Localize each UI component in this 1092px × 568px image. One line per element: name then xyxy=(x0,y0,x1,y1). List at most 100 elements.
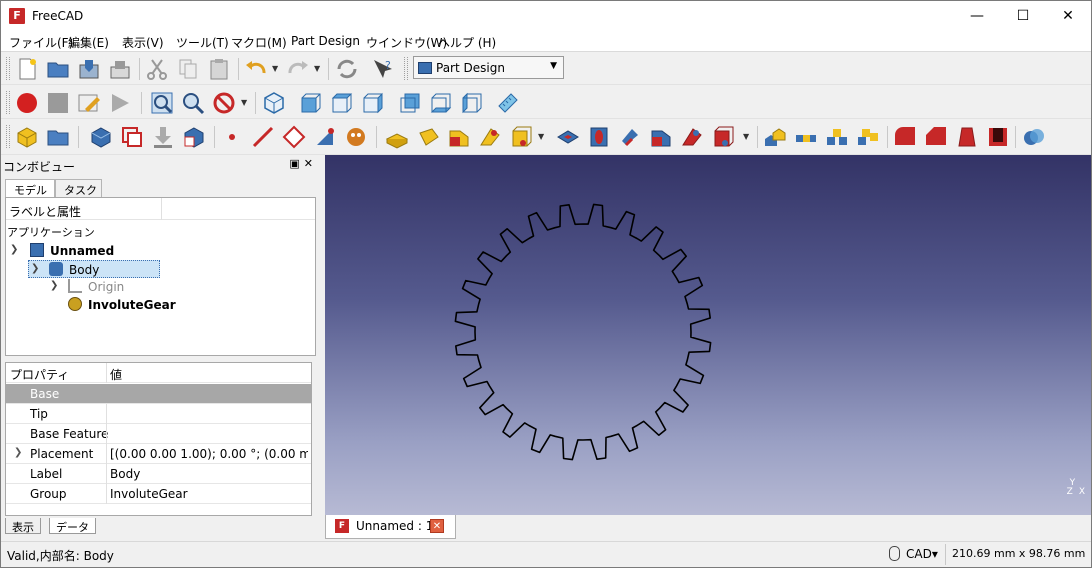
run-macro-icon[interactable] xyxy=(108,91,132,115)
tree-item-body[interactable]: ❯ Body xyxy=(28,260,160,278)
boolean-icon[interactable] xyxy=(1022,125,1046,149)
additive-loft-icon[interactable] xyxy=(447,125,471,149)
property-row-tip[interactable]: Tip xyxy=(6,404,311,424)
create-part-icon[interactable] xyxy=(46,125,70,149)
expand-arrow-icon[interactable]: ❯ xyxy=(10,244,18,255)
left-view-icon[interactable] xyxy=(460,91,484,115)
property-group-base[interactable]: Base xyxy=(6,384,311,404)
additive-primitive-icon[interactable] xyxy=(509,125,533,149)
property-row-base-feature[interactable]: Base Feature xyxy=(6,424,311,444)
sub-shape-binder-icon[interactable] xyxy=(182,125,206,149)
tree-item-origin[interactable]: ❯ Origin xyxy=(48,278,158,296)
front-view-icon[interactable] xyxy=(299,91,323,115)
pocket-icon[interactable] xyxy=(556,125,580,149)
cut-icon[interactable] xyxy=(145,57,169,81)
additive-primitive-dropdown-icon[interactable]: ▼ xyxy=(538,132,544,141)
expand-arrow-icon[interactable]: ❯ xyxy=(14,447,22,458)
workbench-selector[interactable]: Part Design ▼ xyxy=(413,56,564,79)
draw-style-dropdown-icon[interactable]: ▼ xyxy=(241,98,247,107)
validate-sketch-icon[interactable] xyxy=(151,125,175,149)
undo-dropdown-icon[interactable]: ▼ xyxy=(272,64,278,73)
revolution-icon[interactable] xyxy=(416,125,440,149)
groove-icon[interactable] xyxy=(618,125,642,149)
bottom-view-icon[interactable] xyxy=(429,91,453,115)
maximize-button[interactable]: ☐ xyxy=(1000,1,1046,31)
tab-tasks[interactable]: タスク xyxy=(55,179,102,197)
record-macro-icon[interactable] xyxy=(15,91,39,115)
close-tab-icon[interactable]: ✕ xyxy=(430,519,444,533)
refresh-icon[interactable] xyxy=(335,57,359,81)
thickness-icon[interactable] xyxy=(986,125,1010,149)
fit-all-icon[interactable] xyxy=(150,91,174,115)
edit-macro-icon[interactable] xyxy=(77,91,101,115)
navigation-style-selector[interactable]: CAD▾ xyxy=(906,547,938,561)
measure-distance-icon[interactable] xyxy=(496,91,520,115)
new-body-icon[interactable] xyxy=(89,125,113,149)
copy-icon[interactable] xyxy=(176,57,200,81)
menu-macro[interactable]: マクロ(M) xyxy=(231,34,287,51)
minimize-button[interactable]: — xyxy=(954,1,1000,31)
undo-icon[interactable] xyxy=(244,57,268,81)
create-body-icon[interactable] xyxy=(15,125,39,149)
subtractive-primitive-dropdown-icon[interactable]: ▼ xyxy=(743,132,749,141)
linear-pattern-icon[interactable] xyxy=(794,125,818,149)
save-as-icon[interactable] xyxy=(108,57,132,81)
draft-icon[interactable] xyxy=(955,125,979,149)
mirrored-icon[interactable] xyxy=(763,125,787,149)
save-icon[interactable] xyxy=(77,57,101,81)
menu-view[interactable]: 表示(V) xyxy=(122,34,164,51)
open-folder-icon[interactable] xyxy=(46,57,70,81)
datum-point-icon[interactable] xyxy=(220,125,244,149)
chamfer-icon[interactable] xyxy=(924,125,948,149)
new-sketch-icon[interactable] xyxy=(120,125,144,149)
stop-macro-icon[interactable] xyxy=(46,91,70,115)
property-row-label[interactable]: Label Body xyxy=(6,464,311,484)
tab-model[interactable]: モデル xyxy=(5,179,55,198)
property-value[interactable]: InvoluteGear xyxy=(110,487,308,501)
datum-plane-icon[interactable] xyxy=(282,125,306,149)
draw-style-icon[interactable] xyxy=(212,91,236,115)
3d-viewport[interactable]: Y ZX xyxy=(325,155,1091,515)
property-value[interactable]: Body xyxy=(110,467,308,481)
subtractive-loft-icon[interactable] xyxy=(649,125,673,149)
polar-pattern-icon[interactable] xyxy=(825,125,849,149)
document-tab[interactable]: F Unnamed : 1* ✕ xyxy=(325,515,456,539)
shape-binder-icon[interactable] xyxy=(344,125,368,149)
right-view-icon[interactable] xyxy=(361,91,385,115)
isometric-view-icon[interactable] xyxy=(262,91,286,115)
tab-data[interactable]: データ xyxy=(49,518,96,534)
additive-pipe-icon[interactable] xyxy=(478,125,502,149)
fit-selection-icon[interactable] xyxy=(181,91,205,115)
tree-item-involute-gear[interactable]: InvoluteGear xyxy=(68,296,178,314)
float-icon[interactable]: ▣ xyxy=(289,157,303,170)
menu-windows[interactable]: ウインドウ(W) xyxy=(366,34,447,51)
tree-item-unnamed[interactable]: ❯ Unnamed xyxy=(8,242,158,260)
property-row-group[interactable]: Group InvoluteGear xyxy=(6,484,311,504)
pad-icon[interactable] xyxy=(385,125,409,149)
whats-this-icon[interactable]: ? xyxy=(371,57,395,81)
tab-view[interactable]: 表示 xyxy=(5,518,41,534)
menu-file[interactable]: ファイル(F) xyxy=(9,34,73,51)
top-view-icon[interactable] xyxy=(330,91,354,115)
paste-icon[interactable] xyxy=(207,57,231,81)
subtractive-primitive-icon[interactable] xyxy=(711,125,735,149)
expand-arrow-icon[interactable]: ❯ xyxy=(50,280,58,291)
fillet-icon[interactable] xyxy=(893,125,917,149)
property-row-placement[interactable]: ❯ Placement [(0.00 0.00 1.00); 0.00 °; (… xyxy=(6,444,311,464)
menu-edit[interactable]: 編集(E) xyxy=(68,34,109,51)
expand-arrow-icon[interactable]: ❯ xyxy=(31,263,39,274)
multi-transform-icon[interactable] xyxy=(856,125,880,149)
menu-help[interactable]: ヘルプ (H) xyxy=(438,34,496,51)
close-window-button[interactable]: ✕ xyxy=(1045,1,1091,31)
new-document-icon[interactable] xyxy=(15,57,39,81)
menu-tools[interactable]: ツール(T) xyxy=(176,34,229,51)
local-coordinate-system-icon[interactable] xyxy=(313,125,337,149)
property-value[interactable]: [(0.00 0.00 1.00); 0.00 °; (0.00 mm 0.0.… xyxy=(110,447,308,461)
datum-line-icon[interactable] xyxy=(251,125,275,149)
hole-icon[interactable] xyxy=(587,125,611,149)
menu-part-design[interactable]: Part Design xyxy=(291,34,360,48)
redo-icon[interactable] xyxy=(286,57,310,81)
rear-view-icon[interactable] xyxy=(398,91,422,115)
redo-dropdown-icon[interactable]: ▼ xyxy=(314,64,320,73)
subtractive-pipe-icon[interactable] xyxy=(680,125,704,149)
